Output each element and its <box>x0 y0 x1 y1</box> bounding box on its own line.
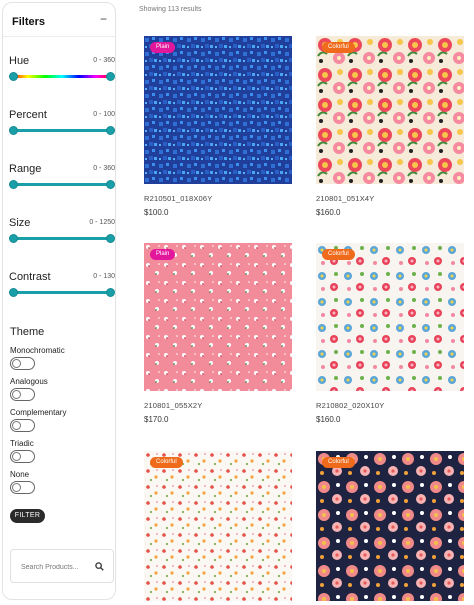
search-box <box>10 549 114 583</box>
theme-option-none: None <box>10 470 110 500</box>
percent-range-text: 0 - 100 <box>93 111 115 118</box>
percent-filter: Percent 0 - 100 <box>9 109 115 143</box>
toggle-label: Monochromatic <box>10 346 65 355</box>
theme-option-complementary: Complementary <box>10 408 110 438</box>
status-badge: Plain <box>150 249 176 260</box>
contrast-min-handle[interactable] <box>9 288 18 297</box>
pink-ditsy-pattern <box>144 243 292 391</box>
hue-slider-track[interactable] <box>11 75 113 78</box>
toggle-label: None <box>10 470 30 479</box>
contrast-range-text: 0 - 130 <box>93 273 115 280</box>
navy-flowers-pattern <box>316 451 464 601</box>
range-range-text: 0 - 360 <box>93 165 115 172</box>
analogous-toggle[interactable] <box>10 388 35 401</box>
size-filter: Size 0 - 1250 <box>9 217 115 251</box>
theme-heading: Theme <box>10 326 45 338</box>
percent-label: Percent <box>9 109 47 121</box>
product-name[interactable]: R210501_018X06Y <box>144 194 212 203</box>
product-name[interactable]: 210801_055X2Y <box>144 401 203 410</box>
filters-title: Filters <box>12 16 46 28</box>
hue-min-handle[interactable] <box>9 72 18 81</box>
hue-range-text: 0 - 360 <box>93 57 115 64</box>
search-input[interactable] <box>21 560 91 574</box>
percent-min-handle[interactable] <box>9 126 18 135</box>
product-image[interactable]: Plain <box>144 36 292 184</box>
size-max-handle[interactable] <box>106 234 115 243</box>
none-toggle[interactable] <box>10 481 35 494</box>
status-badge: Colorful <box>322 249 355 260</box>
product-image[interactable]: Colorful <box>316 451 464 601</box>
results-count: Showing 113 results <box>139 6 202 13</box>
triadic-toggle[interactable] <box>10 450 35 463</box>
hue-filter: Hue 0 - 360 <box>9 55 115 89</box>
toggle-label: Triadic <box>10 439 34 448</box>
complementary-toggle[interactable] <box>10 419 35 432</box>
hue-max-handle[interactable] <box>106 72 115 81</box>
toggle-knob <box>12 390 21 399</box>
range-min-handle[interactable] <box>9 180 18 189</box>
size-label: Size <box>9 217 31 229</box>
toggle-label: Complementary <box>10 408 67 417</box>
theme-option-triadic: Triadic <box>10 439 110 469</box>
blue-squares-pattern <box>144 36 292 184</box>
product-image[interactable]: Colorful <box>144 451 292 601</box>
range-label: Range <box>9 163 42 175</box>
range-slider-track[interactable] <box>11 183 113 186</box>
toggle-label: Analogous <box>10 377 48 386</box>
toggle-knob <box>12 421 21 430</box>
search-icon[interactable] <box>95 562 104 571</box>
divider <box>3 36 115 37</box>
multi-flowers-pattern <box>316 243 464 391</box>
product-price: $100.0 <box>144 208 169 217</box>
product-price: $170.0 <box>144 415 169 424</box>
hue-label: Hue <box>9 55 30 67</box>
minus-icon[interactable]: − <box>100 12 107 26</box>
size-slider-track[interactable] <box>11 237 113 240</box>
range-filter: Range 0 - 360 <box>9 163 115 197</box>
status-badge: Colorful <box>322 42 355 53</box>
product-image[interactable]: Colorful <box>316 243 464 391</box>
range-max-handle[interactable] <box>106 180 115 189</box>
status-badge: Colorful <box>322 457 355 468</box>
size-min-handle[interactable] <box>9 234 18 243</box>
toggle-knob <box>12 359 21 368</box>
toggle-knob <box>12 483 21 492</box>
filters-sidebar: Filters − Hue 0 - 360 Percent 0 - 100 Ra… <box>2 2 116 600</box>
filter-button[interactable]: FILTER <box>10 509 45 523</box>
product-price: $160.0 <box>316 208 341 217</box>
contrast-slider-track[interactable] <box>11 291 113 294</box>
theme-option-analogous: Analogous <box>10 377 110 407</box>
status-badge: Plain <box>150 42 176 53</box>
contrast-filter: Contrast 0 - 130 <box>9 271 115 305</box>
contrast-max-handle[interactable] <box>106 288 115 297</box>
pink-flowers-pattern <box>316 36 464 184</box>
toggle-knob <box>12 452 21 461</box>
percent-max-handle[interactable] <box>106 126 115 135</box>
status-badge: Colorful <box>150 457 183 468</box>
filters-header: Filters − <box>12 12 107 30</box>
product-image[interactable]: Plain <box>144 243 292 391</box>
product-name[interactable]: 210801_051X4Y <box>316 194 375 203</box>
white-ditsy-pattern <box>144 451 292 601</box>
monochromatic-toggle[interactable] <box>10 357 35 370</box>
product-image[interactable]: Colorful <box>316 36 464 184</box>
product-price: $160.0 <box>316 415 341 424</box>
percent-slider-track[interactable] <box>11 129 113 132</box>
size-range-text: 0 - 1250 <box>89 219 115 226</box>
product-name[interactable]: R210802_020X10Y <box>316 401 384 410</box>
contrast-label: Contrast <box>9 271 51 283</box>
theme-option-monochromatic: Monochromatic <box>10 346 110 376</box>
